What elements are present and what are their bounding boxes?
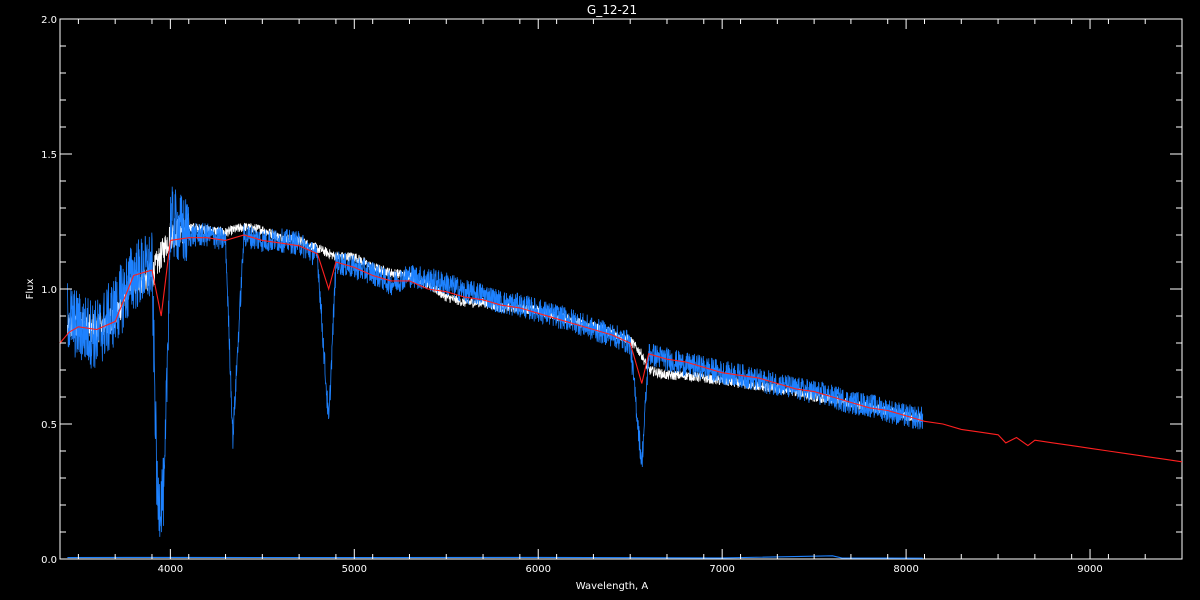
chart-title: G_12-21: [587, 3, 637, 17]
tick-group: 4000 5000 6000 7000 8000 9000 0.0 0.5 1.0 1.5 2.0: [41, 15, 1183, 575]
x-tick-label: 8000: [893, 564, 918, 575]
series-line: [67, 555, 923, 559]
y-axis-label: Flux: [25, 279, 36, 300]
x-tick-label: 4000: [158, 564, 183, 575]
series-2: [59, 234, 1183, 463]
x-tick-label: 9000: [1077, 564, 1102, 575]
series-group: [59, 186, 1183, 559]
spectrum-chart: 4000 5000 6000 7000 8000 9000 0.0 0.5 1.0 1.5 2.0 …: [0, 0, 1200, 600]
series-1: [67, 186, 924, 537]
x-axis-label: Wavelength, A: [576, 581, 649, 592]
plot-frame: [59, 18, 1183, 560]
series-line: [67, 186, 924, 537]
series-line: [59, 234, 1183, 463]
x-tick-label: 5000: [342, 564, 367, 575]
x-tick-label: 7000: [709, 564, 734, 575]
y-tick-label: 1.0: [41, 285, 57, 296]
y-tick-label: 2.0: [41, 15, 57, 26]
y-tick-label: 1.5: [41, 150, 57, 161]
series-3: [67, 555, 923, 559]
spectrum-plot: 4000 5000 6000 7000 8000 90000.00.51.01.52.0 …: [25, 3, 1183, 592]
y-tick-label: 0.0: [41, 555, 57, 566]
y-tick-label: 0.5: [41, 420, 57, 431]
x-tick-label: 6000: [526, 564, 551, 575]
